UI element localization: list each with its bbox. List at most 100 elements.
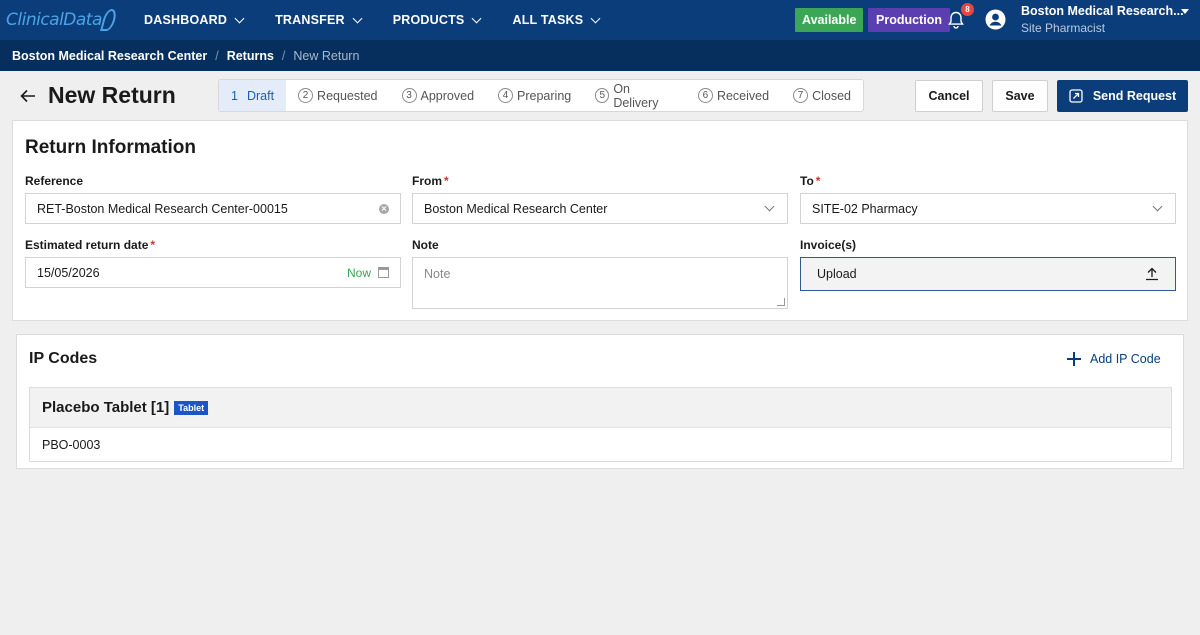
clear-icon[interactable] <box>379 203 389 214</box>
send-request-button[interactable]: Send Request <box>1057 80 1188 112</box>
top-nav: ClinicalData DASHBOARD TRANSFER PRODUCTS… <box>0 0 1200 40</box>
nav-all-tasks[interactable]: ALL TASKS <box>512 13 601 27</box>
user-avatar-icon[interactable] <box>985 9 1006 30</box>
nav-transfer-label: TRANSFER <box>275 13 345 27</box>
step-draft: 1 Draft <box>219 80 287 111</box>
step-number: 3 <box>401 88 417 103</box>
step-label: Closed <box>812 88 851 103</box>
section-title: Return Information <box>25 137 196 158</box>
to-select[interactable]: SITE-02 Pharmacy <box>800 193 1176 224</box>
breadcrumb-separator: / <box>215 48 219 63</box>
step-label: Preparing <box>517 88 572 103</box>
step-requested: 2 Requested <box>286 80 389 111</box>
logo-text: ClinicalData <box>6 10 102 30</box>
calendar-icon[interactable] <box>378 267 389 278</box>
return-information-card: Return Information Reference RET-Boston … <box>12 120 1188 321</box>
ip-codes-card: IP Codes Add IP Code Placebo Tablet [1] … <box>16 334 1184 469</box>
chevron-down-icon <box>352 13 363 23</box>
step-label: Draft <box>246 88 275 103</box>
cancel-button[interactable]: Cancel <box>915 80 983 112</box>
from-value: Boston Medical Research Center <box>424 201 608 216</box>
chevron-down-icon <box>472 13 482 23</box>
logo[interactable]: ClinicalData <box>0 0 128 40</box>
invoice-upload-button[interactable]: Upload <box>800 257 1176 291</box>
page-title: New Return <box>48 82 176 108</box>
add-ip-code-label: Add IP Code <box>1090 352 1161 366</box>
to-label: To * <box>800 174 820 188</box>
dosage-form-tag: Tablet <box>174 400 209 415</box>
step-number: 1 <box>231 88 238 103</box>
ip-group-header: Placebo Tablet [1] Tablet <box>30 388 1171 428</box>
status-available-badge: Available <box>795 8 864 32</box>
save-button[interactable]: Save <box>992 80 1048 112</box>
step-label: Approved <box>420 88 475 103</box>
breadcrumb: Boston Medical Research Center / Returns… <box>0 40 1200 71</box>
nav-menu: DASHBOARD TRANSFER PRODUCTS ALL TASKS <box>144 0 631 40</box>
step-received: 6 Received <box>686 80 781 111</box>
step-number: 2 <box>298 88 314 103</box>
plus-icon <box>1067 352 1081 366</box>
logo-mark-icon <box>99 9 118 31</box>
date-value: 15/05/2026 <box>37 265 100 280</box>
upload-icon <box>1146 267 1158 281</box>
back-arrow-icon[interactable] <box>18 86 38 106</box>
step-label: Requested <box>317 88 378 103</box>
breadcrumb-separator: / <box>281 48 286 63</box>
nav-transfer[interactable]: TRANSFER <box>275 13 363 27</box>
caret-down-icon[interactable] <box>1181 9 1189 14</box>
ip-code: PBO-0003 <box>42 437 101 452</box>
reference-value: RET-Boston Medical Research Center-00015 <box>37 201 288 216</box>
nav-dashboard[interactable]: DASHBOARD <box>144 13 245 27</box>
step-approved: 3 Approved <box>390 80 487 111</box>
from-label-text: From <box>412 174 442 188</box>
return-date-input[interactable]: 15/05/2026 Now <box>25 257 401 288</box>
nav-products-label: PRODUCTS <box>392 13 465 27</box>
ip-group: Placebo Tablet [1] Tablet PBO-0003 <box>29 387 1172 462</box>
reference-label: Reference <box>25 174 84 188</box>
status-stepper: 1 Draft 2 Requested 3 Approved 4 Preparing 5… <box>218 79 864 112</box>
ip-codes-title: IP Codes <box>29 350 98 367</box>
notification-count-badge: 8 <box>961 3 974 16</box>
external-link-icon <box>1069 89 1083 103</box>
now-link[interactable]: Now <box>347 266 371 280</box>
chevron-down-icon <box>590 13 601 23</box>
step-on-delivery: 5 On Delivery <box>583 80 686 111</box>
resize-handle-icon[interactable] <box>777 298 785 306</box>
user-name[interactable]: Boston Medical Research... <box>1021 4 1184 18</box>
note-label: Note <box>412 238 439 252</box>
upload-label: Upload <box>817 267 857 281</box>
breadcrumb-site[interactable]: Boston Medical Research Center <box>12 49 207 63</box>
environment-badge: Production <box>868 8 950 32</box>
step-number: 4 <box>498 88 514 103</box>
nav-products[interactable]: PRODUCTS <box>392 13 482 27</box>
step-closed: 7 Closed <box>781 80 863 111</box>
step-number: 5 <box>595 88 610 103</box>
note-textarea[interactable]: Note <box>412 257 788 309</box>
ip-group-title: Placebo Tablet [1] <box>42 399 170 416</box>
chevron-down-icon <box>234 13 245 23</box>
step-number: 7 <box>793 88 809 103</box>
required-mark: * <box>150 238 156 252</box>
invoice-label: Invoice(s) <box>800 238 857 252</box>
step-label: Received <box>716 88 770 103</box>
from-label: From * <box>412 174 449 188</box>
date-label: Estimated return date * <box>25 238 155 252</box>
send-request-label: Send Request <box>1092 89 1177 103</box>
add-ip-code-button[interactable]: Add IP Code <box>1067 352 1161 366</box>
note-placeholder: Note <box>424 267 451 281</box>
date-label-text: Estimated return date <box>25 238 149 252</box>
user-role: Site Pharmacist <box>1021 21 1106 35</box>
to-label-text: To <box>800 174 814 188</box>
required-mark: * <box>815 174 821 188</box>
step-preparing: 4 Preparing <box>486 80 583 111</box>
to-value: SITE-02 Pharmacy <box>812 201 918 216</box>
step-number: 6 <box>697 88 713 103</box>
reference-input[interactable]: RET-Boston Medical Research Center-00015 <box>25 193 401 224</box>
nav-dashboard-label: DASHBOARD <box>144 13 228 27</box>
breadcrumb-current: New Return <box>293 48 360 63</box>
nav-all-tasks-label: ALL TASKS <box>512 13 584 27</box>
step-label: On Delivery <box>613 81 659 110</box>
breadcrumb-returns[interactable]: Returns <box>227 49 274 63</box>
required-mark: * <box>444 174 449 188</box>
from-select[interactable]: Boston Medical Research Center <box>412 193 788 224</box>
